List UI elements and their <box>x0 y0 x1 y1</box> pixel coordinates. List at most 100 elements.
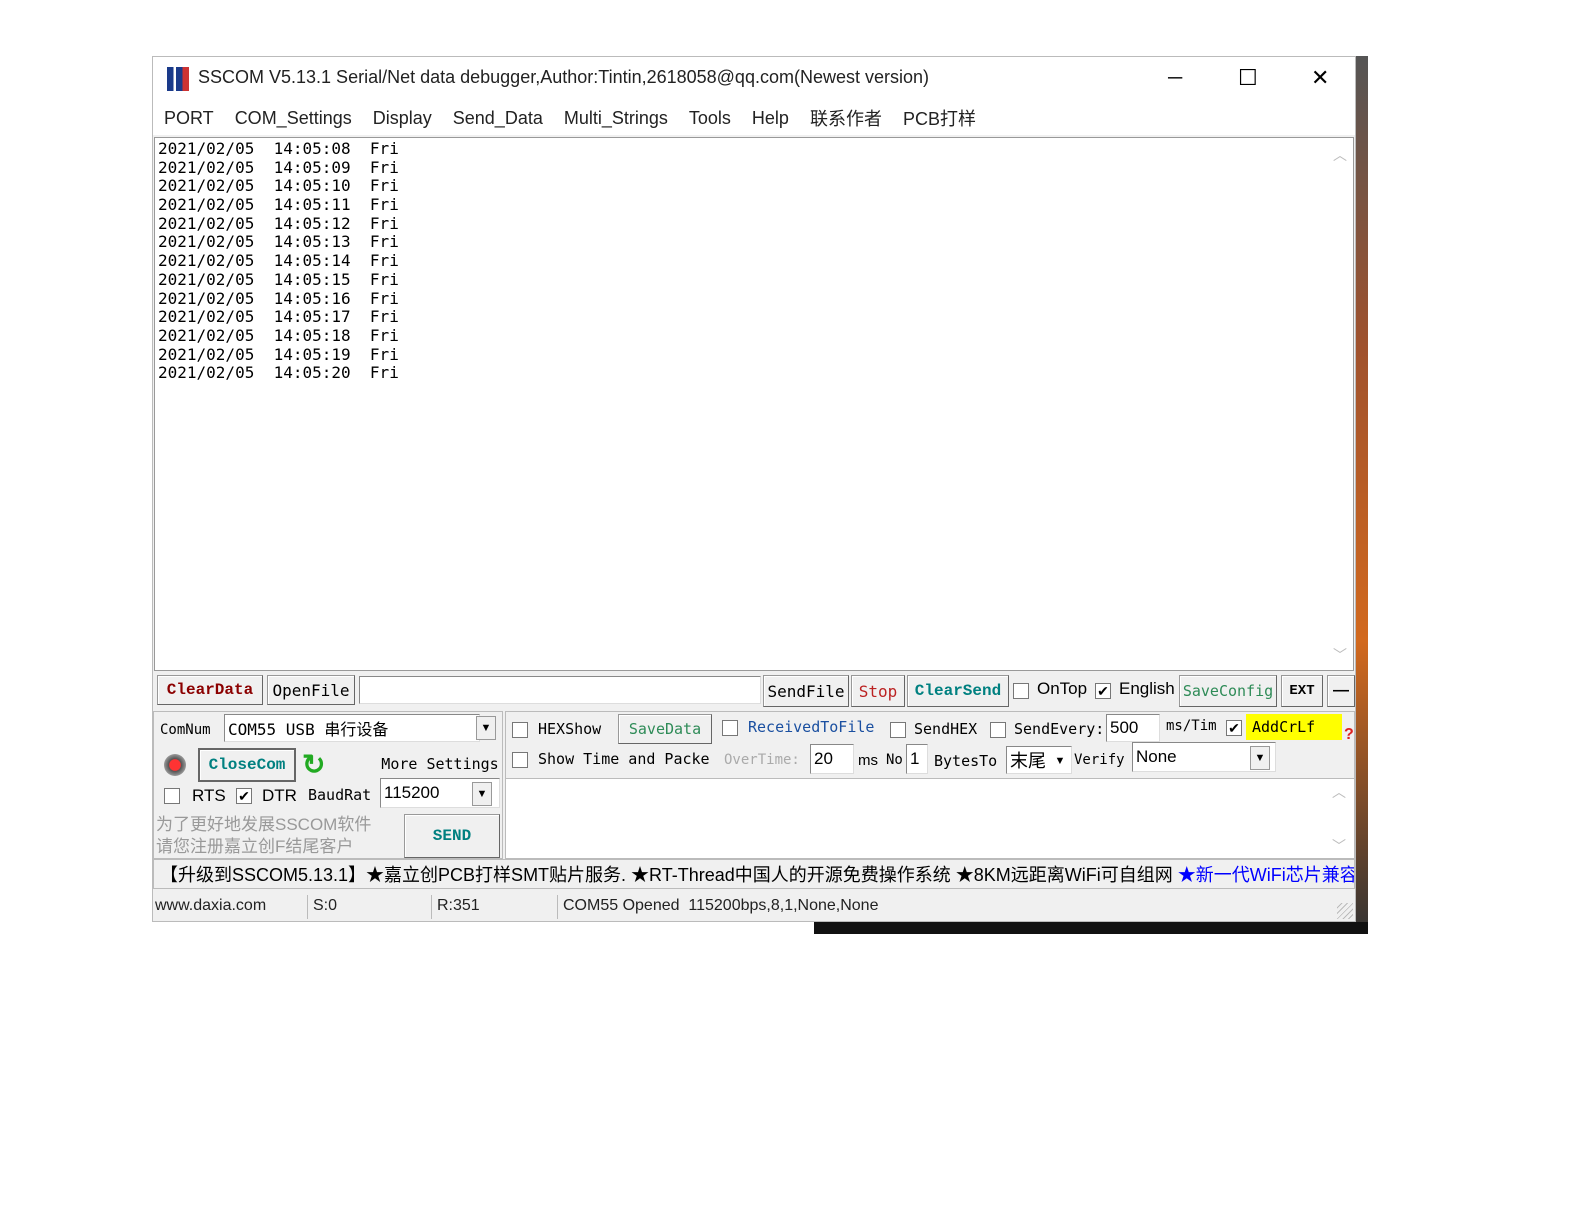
status-bar: www.daxia.com S:0 R:351 COM55 Opened 115… <box>153 893 1355 921</box>
on-top-checkbox[interactable] <box>1013 683 1029 699</box>
receive-line: 2021/02/05 14:05:08 Fri <box>158 139 399 158</box>
comnum-dropdown-icon[interactable]: ▼ <box>476 716 496 740</box>
baud-rate-dropdown-icon[interactable]: ▼ <box>472 782 492 806</box>
clear-send-button[interactable]: ClearSend <box>907 675 1009 707</box>
scroll-down-icon[interactable]: ﹀ <box>1329 645 1351 665</box>
no-input[interactable]: 1 <box>906 744 928 774</box>
baud-rate-label: BaudRat <box>308 786 372 804</box>
menu-pcb[interactable]: PCB打样 <box>903 105 976 131</box>
close-com-button[interactable]: CloseCom <box>198 748 296 782</box>
hex-show-label: HEXShow <box>538 720 602 738</box>
rts-label: RTS <box>192 786 226 805</box>
status-sent: S:0 <box>313 897 338 914</box>
save-data-button[interactable]: SaveData <box>618 714 712 744</box>
scroll-up-icon[interactable]: ︿ <box>1329 145 1351 165</box>
status-divider <box>431 895 432 919</box>
menu-contact-author[interactable]: 联系作者 <box>810 105 882 131</box>
send-every-checkbox[interactable] <box>990 722 1006 738</box>
desktop-edge <box>1356 56 1368 934</box>
more-settings-button[interactable]: More Settings <box>378 748 502 780</box>
port-panel: ComNum COM55 USB 串行设备 ▼ CloseCom ↻ More … <box>153 711 503 859</box>
promo-line-1: 为了更好地发展SSCOM软件 <box>156 815 372 834</box>
minimize-button[interactable]: ─ <box>1168 67 1182 90</box>
received-to-file-label: ReceivedToFile <box>748 718 875 736</box>
overtime-input[interactable]: 20 <box>810 744 854 774</box>
app-logo-icon <box>167 67 189 91</box>
receive-line: 2021/02/05 14:05:15 Fri <box>158 269 399 289</box>
sscom-window: SSCOM V5.13.1 Serial/Net data debugger,A… <box>152 56 1356 922</box>
send-button[interactable]: SEND <box>404 814 500 858</box>
receive-line: 2021/02/05 14:05:14 Fri <box>158 251 399 271</box>
receive-line: 2021/02/05 14:05:12 Fri <box>158 213 399 233</box>
no-label: No <box>886 752 903 768</box>
comnum-select[interactable]: COM55 USB 串行设备 <box>224 714 480 742</box>
on-top-label: OnTop <box>1037 679 1088 698</box>
menu-com-settings[interactable]: COM_Settings <box>235 108 352 129</box>
receive-scrollbar[interactable]: ︿ ﹀ <box>1329 139 1351 669</box>
promo-text: 为了更好地发展SSCOM软件 请您注册嘉立创F结尾客户 <box>156 814 371 858</box>
menu-display[interactable]: Display <box>373 108 432 129</box>
english-label: English <box>1119 679 1175 698</box>
status-divider <box>557 895 558 919</box>
send-file-button[interactable]: SendFile <box>763 675 849 707</box>
receive-line: 2021/02/05 14:05:11 Fri <box>158 195 399 215</box>
receive-line: 2021/02/05 14:05:18 Fri <box>158 325 399 345</box>
clear-data-button[interactable]: ClearData <box>157 675 263 705</box>
send-hex-label: SendHEX <box>914 720 978 738</box>
send-hex-checkbox[interactable] <box>890 722 906 738</box>
menu-tools[interactable]: Tools <box>689 108 731 129</box>
ms-tim-label: ms/Tim <box>1166 718 1217 734</box>
english-checkbox[interactable]: ✔ <box>1095 683 1111 699</box>
stop-button[interactable]: Stop <box>851 675 905 707</box>
send-scroll-down-icon[interactable]: ﹀ <box>1332 836 1346 856</box>
receive-line: 2021/02/05 14:05:16 Fri <box>158 288 399 308</box>
send-text-area[interactable] <box>506 778 1354 858</box>
open-file-button[interactable]: OpenFile <box>267 675 355 705</box>
receive-line: 2021/02/05 14:05:17 Fri <box>158 307 399 327</box>
add-crlf-label[interactable]: AddCrLf <box>1246 714 1342 740</box>
send-scroll-up-icon[interactable]: ︿ <box>1332 782 1346 802</box>
add-crlf-checkbox[interactable]: ✔ <box>1226 720 1242 736</box>
refresh-icon[interactable]: ↻ <box>302 748 325 781</box>
received-to-file-checkbox[interactable] <box>722 720 738 736</box>
ext-button[interactable]: EXT <box>1281 675 1323 707</box>
ms-label: ms <box>858 752 878 769</box>
receive-line: 2021/02/05 14:05:19 Fri <box>158 344 399 364</box>
menu-multi-strings[interactable]: Multi_Strings <box>564 108 668 129</box>
comnum-label: ComNum <box>160 722 211 738</box>
rts-checkbox[interactable] <box>164 788 180 804</box>
dtr-label: DTR <box>262 786 297 805</box>
verify-label: Verify <box>1074 752 1125 768</box>
status-received: R:351 <box>437 897 480 914</box>
help-icon[interactable]: ? <box>1344 726 1354 744</box>
menu-bar: PORT COM_Settings Display Send_Data Mult… <box>153 101 1355 135</box>
menu-send-data[interactable]: Send_Data <box>453 108 543 129</box>
receive-line: 2021/02/05 14:05:10 Fri <box>158 176 399 196</box>
resize-grip-icon[interactable] <box>1337 903 1353 919</box>
status-divider <box>307 895 308 919</box>
show-time-checkbox[interactable] <box>512 752 528 768</box>
options-panel: HEXShow SaveData ReceivedToFile SendHEX … <box>505 711 1355 859</box>
dtr-checkbox[interactable]: ✔ <box>236 788 252 804</box>
send-every-input[interactable]: 500 <box>1106 714 1160 742</box>
collapse-button[interactable]: — <box>1327 675 1355 707</box>
marquee-link[interactable]: ★新一代WiFi芯片兼容 <box>1178 861 1354 887</box>
file-path-input[interactable] <box>359 676 761 704</box>
receive-line: 2021/02/05 14:05:20 Fri <box>158 363 399 383</box>
receive-area[interactable]: 2021/02/05 14:05:08 Fri 2021/02/05 14:05:… <box>154 137 1354 671</box>
close-button[interactable]: ✕ <box>1311 65 1329 91</box>
show-time-label: Show Time and Packe <box>538 750 710 768</box>
marquee-text: 【升级到SSCOM5.13.1】★嘉立创PCB打样SMT贴片服务. ★RT-Th… <box>160 865 1178 885</box>
verify-dropdown-icon[interactable]: ▼ <box>1250 746 1270 770</box>
ad-marquee[interactable]: 【升级到SSCOM5.13.1】★嘉立创PCB打样SMT贴片服务. ★RT-Th… <box>153 859 1355 889</box>
receive-line: 2021/02/05 14:05:09 Fri <box>158 157 399 177</box>
overtime-label: OverTime: <box>724 752 800 768</box>
status-website[interactable]: www.daxia.com <box>155 897 266 915</box>
maximize-button[interactable]: ☐ <box>1238 65 1258 91</box>
save-config-button[interactable]: SaveConfig <box>1179 675 1277 707</box>
hex-show-checkbox[interactable] <box>512 722 528 738</box>
menu-help[interactable]: Help <box>752 108 789 129</box>
desktop-edge-bottom <box>814 922 1368 934</box>
menu-port[interactable]: PORT <box>164 108 214 129</box>
bytes-to-dropdown-icon[interactable]: ▼ <box>1050 750 1070 772</box>
